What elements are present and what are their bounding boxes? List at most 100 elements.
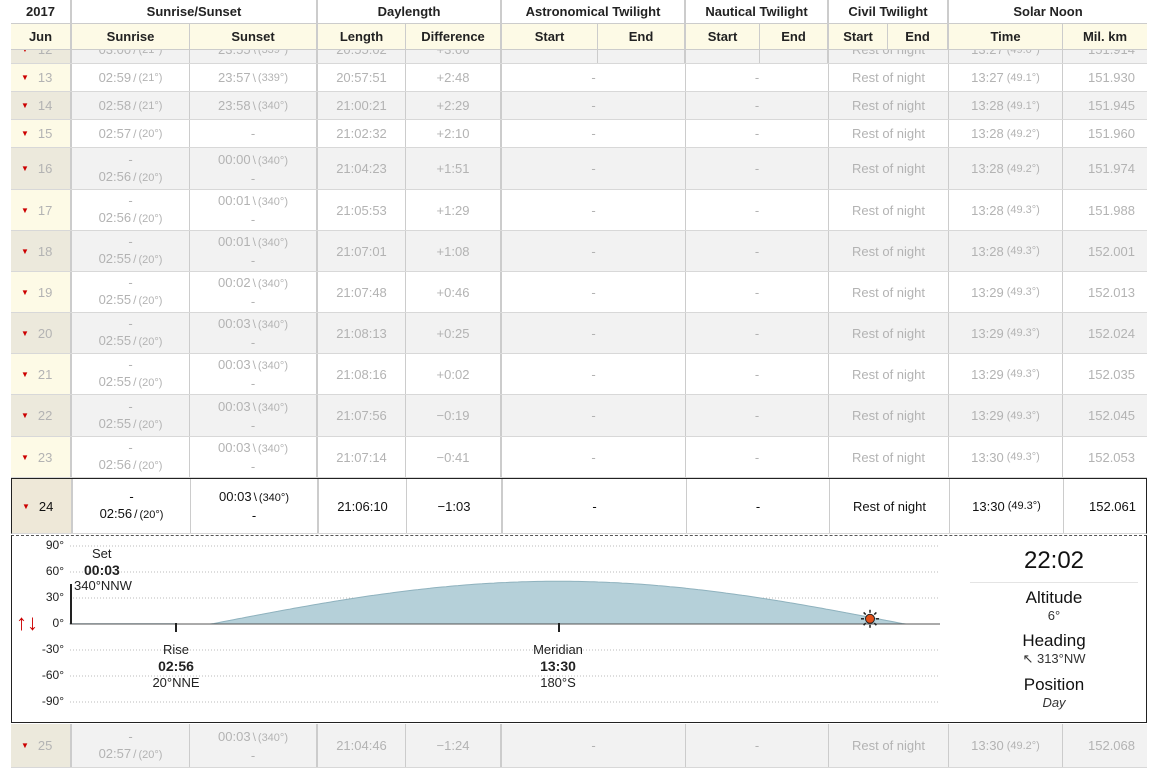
table-row[interactable]: ▼ 16-02:56/(20°) 00:00 \ (340°) -21:04:23 +1:5… <box>11 148 1147 190</box>
sun-distance: 152.045 <box>1088 408 1135 423</box>
sunrise-time: 02:55 <box>98 251 132 266</box>
daylength: 21:07:14 <box>336 449 387 465</box>
col-astro-end: End <box>598 24 686 49</box>
difference: +0:25 <box>436 325 470 341</box>
rise-set-arrows-icon: ↑↓ <box>16 610 38 635</box>
solar-noon-altitude: (49.1°) <box>1006 71 1040 84</box>
table-row[interactable]: ▼ 24-02:56/(20°) 00:03 \ (340°) -21:06:10 −1:0… <box>11 478 1147 534</box>
cell: 00:03 \ (340°) - <box>190 395 318 436</box>
table-row[interactable]: ▼ 22-02:55/(20°) 00:03 \ (340°) -21:07:56 −0:1… <box>11 395 1147 437</box>
sunset-azimuth: (339°) <box>258 50 288 56</box>
sunrise-arrow-icon: / <box>133 169 137 184</box>
solar-noon-time: 13:29 <box>971 325 1004 341</box>
solar-noon-altitude: (49.3°) <box>1006 409 1040 422</box>
group-civil-twilight: Civil Twilight <box>829 0 949 23</box>
expand-triangle-icon[interactable]: ▼ <box>21 329 29 338</box>
heading-label: Heading <box>1022 631 1086 650</box>
cell: Rest of night <box>829 354 949 394</box>
expand-triangle-icon[interactable]: ▼ <box>21 288 29 297</box>
group-nautical-twilight: Nautical Twilight <box>686 0 829 23</box>
expand-triangle-icon[interactable]: ▼ <box>21 129 29 138</box>
meridian-direction: 180°S <box>540 675 576 690</box>
cell: 00:00 \ (340°) - <box>190 148 318 189</box>
sunrise-time: 03:00 <box>99 50 132 57</box>
expand-triangle-icon[interactable]: ▼ <box>21 370 29 379</box>
cell: - <box>686 437 829 477</box>
expand-triangle-icon[interactable]: ▼ <box>21 741 29 750</box>
col-civil-end: End <box>888 24 949 49</box>
astronomical-twilight: - <box>591 325 596 341</box>
sun-graph-panel: 90° 60° 30° 0° -30° -60° -90° ↑↓ Set 00:03 340… <box>11 535 1147 723</box>
cell: 152.061 <box>1064 479 1148 533</box>
cell: −1:03 <box>407 479 503 533</box>
cell: 21:05:53 <box>318 190 406 230</box>
astronomical-twilight: - <box>591 408 596 423</box>
cell: - <box>190 120 318 147</box>
sunset-azimuth: (340°) <box>257 401 288 414</box>
expand-triangle-icon[interactable]: ▼ <box>21 73 29 82</box>
cell: 151.960 <box>1063 120 1147 147</box>
sun-position-icon[interactable] <box>861 609 879 628</box>
table-row[interactable]: ▼ 13 02:59/(21°) 23:57 \ (339°) 20:57:51 +2:48-… <box>11 64 1147 92</box>
sunset-line2: - <box>250 170 256 186</box>
nautical-twilight: - <box>754 243 760 259</box>
altitude-tick-label: 90° <box>45 538 64 552</box>
solar-noon-altitude: (49.3°) <box>1006 286 1040 298</box>
table-row[interactable]: ▼ 21-02:55/(20°) 00:03 \ (340°) -21:08:16 +0:0… <box>11 354 1147 395</box>
table-row[interactable]: ▼ 17-02:56/(20°) 00:01 \ (340°) -21:05:53 +1:2… <box>11 190 1147 231</box>
table-row[interactable]: ▼ 25-02:57/(20°) 00:03 \ (340°) -21:04:46 −1:2… <box>11 724 1147 768</box>
sunset-line2: - <box>250 417 256 433</box>
cell: 21:02:32 <box>318 120 406 147</box>
position-value: Day <box>1042 695 1066 710</box>
expand-triangle-icon[interactable]: ▼ <box>21 164 29 173</box>
expand-triangle-icon[interactable]: ▼ <box>21 50 29 54</box>
day-number: 24 <box>38 498 54 514</box>
month-header[interactable]: Jun <box>11 24 72 49</box>
cell: ▼ 12 <box>11 50 72 63</box>
cell: 13:30 (49.3°) <box>949 437 1063 477</box>
cell: 152.045 <box>1063 395 1147 436</box>
cell: - <box>502 64 686 91</box>
expand-triangle-icon[interactable]: ▼ <box>21 206 29 215</box>
cell: - <box>686 92 829 119</box>
table-row[interactable]: ▼ 15 02:57/(20°) - 21:02:32 +2:10 - - Rest of ni… <box>11 120 1147 148</box>
sunrise-time: 02:56 <box>98 457 132 472</box>
sunrise-azimuth: (20°) <box>138 377 163 389</box>
sunrise-azimuth: (21°) <box>138 71 163 84</box>
civil-twilight: Rest of night <box>852 70 925 85</box>
group-daylength: Daylength <box>318 0 502 23</box>
table-row[interactable]: ▼ 18-02:55/(20°) 00:01 \ (340°) -21:07:01 +1:0… <box>11 231 1147 272</box>
year-header[interactable]: 2017 <box>11 0 72 23</box>
sunset-line1: 00:03 \ (340°) <box>218 315 288 334</box>
sun-distance: 152.068 <box>1088 738 1135 753</box>
position-label: Position <box>1023 675 1085 694</box>
sun-distance: 151.974 <box>1088 161 1135 176</box>
solar-noon-time: 13:28 <box>971 98 1004 113</box>
table-row[interactable]: ▼ 23-02:56/(20°) 00:03 \ (340°) -21:07:14 −0:4… <box>11 437 1147 478</box>
table-row[interactable]: ▼ 20-02:55/(20°) 00:03 \ (340°) -21:08:13 +0:2… <box>11 313 1147 354</box>
group-solar-noon: Solar Noon <box>1013 4 1083 19</box>
sunrise-line2: 02:55/(20°) <box>99 415 163 434</box>
solar-noon-altitude: (49.2°) <box>1006 739 1040 752</box>
expand-triangle-icon[interactable]: ▼ <box>21 453 29 462</box>
expand-triangle-icon[interactable]: ▼ <box>21 411 29 420</box>
cell: -02:56/(20°) <box>72 190 190 230</box>
cell: 152.001 <box>1063 231 1147 271</box>
expand-triangle-icon[interactable]: ▼ <box>21 101 29 110</box>
day-number: 19 <box>37 284 53 300</box>
sunset-azimuth: (340°) <box>257 154 288 167</box>
table-row[interactable]: ▼ 14 02:58/(21°) 23:58 \ (340°) 21:00:21 +2:29-… <box>11 92 1147 120</box>
sunset-azimuth: (339°) <box>257 71 288 84</box>
cell: 13:29 (49.3°) <box>949 313 1063 353</box>
nautical-twilight: - <box>754 325 760 341</box>
sunset-time: 00:03 <box>218 357 251 372</box>
difference: −0:19 <box>436 408 470 423</box>
expand-triangle-icon[interactable]: ▼ <box>21 247 29 256</box>
difference: −0:41 <box>436 449 470 465</box>
civil-twilight: Rest of night <box>852 366 925 382</box>
altitude-tick-label: -60° <box>41 668 64 682</box>
table-row[interactable]: ▼ 19-02:55/(20°) 00:02 \ (340°) -21:07:48 +0:4… <box>11 272 1147 313</box>
table-row[interactable]: ▼1203:00/(21°)23:55\(339°)20:55:02+3:06R… <box>11 50 1147 64</box>
expand-triangle-icon[interactable]: ▼ <box>22 502 30 511</box>
sunrise-line2: 02:56/(20°) <box>99 168 163 187</box>
